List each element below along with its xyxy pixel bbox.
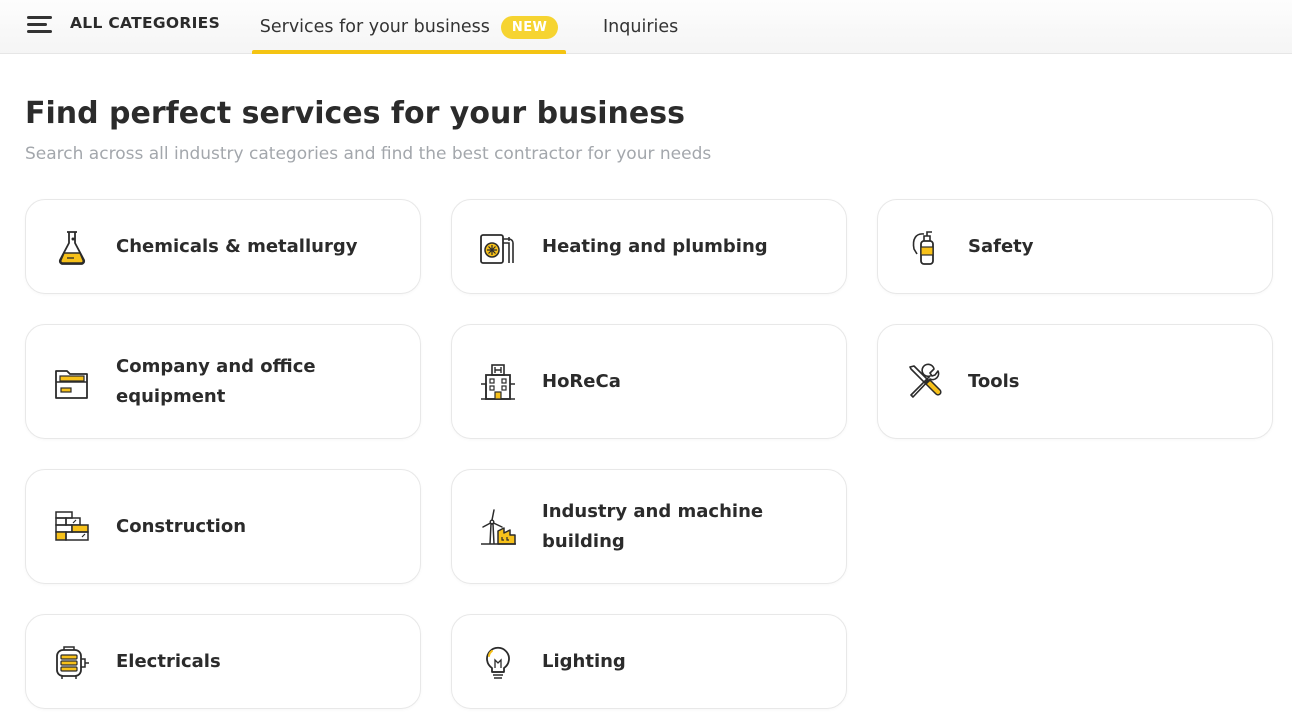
category-label: Company and office equipment	[116, 355, 316, 407]
category-card-safety[interactable]: Safety	[877, 199, 1273, 294]
hamburger-menu-icon[interactable]	[27, 15, 53, 35]
category-card-office[interactable]: Company and office equipment	[25, 324, 421, 439]
page-title: Find perfect services for your business	[25, 96, 685, 131]
category-label: Lighting	[542, 650, 626, 672]
tab-inquiries[interactable]: Inquiries	[603, 0, 678, 54]
page-subtitle: Search across all industry categories an…	[25, 144, 712, 164]
category-card-tools[interactable]: Tools	[877, 324, 1273, 439]
category-card-heating[interactable]: Heating and plumbing	[451, 199, 847, 294]
tab-inquiries-label: Inquiries	[603, 17, 679, 37]
category-label: Heating and plumbing	[542, 235, 768, 257]
category-label: Safety	[968, 235, 1034, 257]
category-card-construction[interactable]: Construction	[25, 469, 421, 584]
category-label: Industry and machine building	[542, 500, 764, 552]
category-label: Chemicals & metallurgy	[116, 235, 358, 257]
category-label: HoReCa	[542, 370, 621, 392]
category-label: Electricals	[116, 650, 221, 672]
category-card-chemicals[interactable]: Chemicals & metallurgy	[25, 199, 421, 294]
motor-icon	[56, 645, 89, 679]
tab-services-label: Services for your business	[259, 17, 490, 37]
boiler-icon	[480, 233, 514, 264]
category-card-electricals[interactable]: Electricals	[25, 614, 421, 709]
folder-icon	[55, 369, 88, 399]
category-label: Construction	[116, 515, 247, 537]
top-navigation: ALL CATEGORIES Services for your busines…	[0, 0, 1292, 54]
hotel-icon	[481, 363, 515, 400]
bricks-icon	[55, 510, 89, 541]
category-card-horeca[interactable]: HoReCa	[451, 324, 847, 439]
all-categories-button[interactable]: ALL CATEGORIES	[70, 14, 220, 32]
flask-icon	[58, 230, 86, 265]
category-card-lighting[interactable]: Lighting	[451, 614, 847, 709]
category-label: Tools	[968, 370, 1020, 392]
fire-extinguisher-icon	[912, 230, 934, 265]
factory-icon	[481, 508, 516, 545]
category-card-industry[interactable]: Industry and machine building	[451, 469, 847, 584]
lightbulb-icon	[486, 646, 510, 679]
tab-services[interactable]: Services for your business NEW	[252, 0, 566, 54]
active-tab-indicator	[252, 50, 566, 54]
tools-icon	[909, 363, 942, 398]
new-badge: NEW	[500, 15, 559, 39]
